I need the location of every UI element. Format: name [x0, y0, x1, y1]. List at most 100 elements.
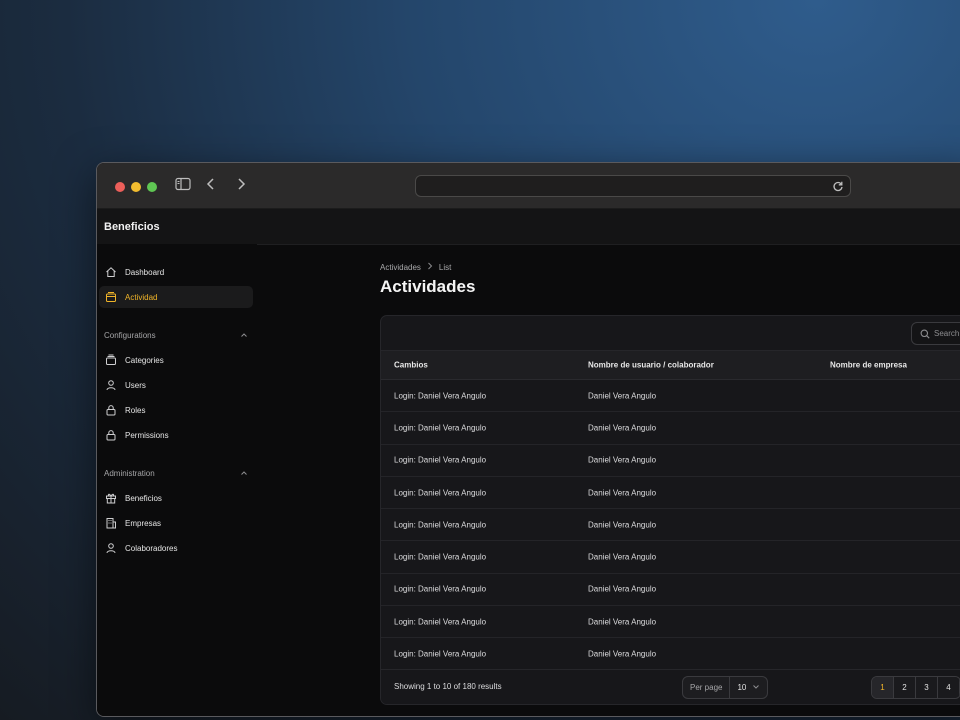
sidebar-item-permissions[interactable]: Permissions	[99, 424, 253, 446]
table-row[interactable]: Login: Daniel Vera Angulo Daniel Vera An…	[381, 477, 960, 510]
sidebar: Dashboard Actividad Configurations Categ…	[97, 244, 257, 716]
back-icon[interactable]	[206, 177, 216, 196]
table-footer: Showing 1 to 10 of 180 results Per page …	[381, 669, 960, 704]
cell-cambios: Login: Daniel Vera Angulo	[394, 423, 487, 433]
address-bar[interactable]	[415, 175, 851, 197]
sidebar-item-label: Permissions	[125, 430, 169, 440]
sidebar-item-label: Colaboradores	[125, 543, 178, 553]
sidebar-item-empresas[interactable]: Empresas	[99, 512, 253, 534]
column-header-empresa[interactable]: Nombre de empresa	[830, 361, 907, 370]
cell-cambios: Login: Daniel Vera Angulo	[394, 649, 487, 659]
column-header-cambios[interactable]: Cambios	[394, 361, 428, 370]
sidebar-item-label: Beneficios	[125, 493, 162, 503]
sidebar-item-label: Roles	[125, 405, 146, 415]
table-row[interactable]: Login: Daniel Vera Angulo Daniel Vera An…	[381, 412, 960, 445]
sidebar-item-label: Dashboard	[125, 267, 165, 277]
table-body: Login: Daniel Vera Angulo Daniel Vera An…	[381, 380, 960, 671]
cell-cambios: Login: Daniel Vera Angulo	[394, 552, 487, 562]
app-brand[interactable]: Beneficios	[104, 221, 160, 233]
results-summary: Showing 1 to 10 of 180 results	[394, 682, 502, 691]
page-button[interactable]: 4	[938, 677, 960, 698]
page-title: Actividades	[380, 277, 476, 296]
sidebar-item-colaboradores[interactable]: Colaboradores	[99, 537, 253, 559]
per-page-value-wrap[interactable]: 10	[730, 683, 767, 692]
chevron-right-icon	[427, 262, 433, 272]
forward-icon[interactable]	[236, 177, 246, 196]
per-page-select[interactable]: Per page 10	[682, 676, 768, 699]
app-topbar: Beneficios	[97, 209, 960, 245]
cell-usuario: Daniel Vera Angulo	[588, 649, 657, 659]
sidebar-item-label: Categories	[125, 355, 164, 365]
chevron-down-icon	[752, 683, 760, 692]
sidebar-item-categories[interactable]: Categories	[99, 349, 253, 371]
table-row[interactable]: Login: Daniel Vera Angulo Daniel Vera An…	[381, 574, 960, 607]
group-configurations[interactable]: Configurations	[104, 331, 248, 340]
per-page-value: 10	[737, 683, 747, 692]
cell-usuario: Daniel Vera Angulo	[588, 520, 657, 530]
cell-usuario: Daniel Vera Angulo	[588, 423, 657, 433]
table-row[interactable]: Login: Daniel Vera Angulo Daniel Vera An…	[381, 638, 960, 671]
table-header: Cambios Nombre de usuario / colaborador …	[381, 351, 960, 380]
cell-usuario: Daniel Vera Angulo	[588, 455, 657, 465]
lock-icon	[105, 404, 117, 416]
cell-cambios: Login: Daniel Vera Angulo	[394, 488, 487, 498]
breadcrumb-parent[interactable]: Actividades	[380, 263, 421, 272]
cell-cambios: Login: Daniel Vera Angulo	[394, 455, 487, 465]
user-icon	[105, 379, 117, 391]
cell-cambios: Login: Daniel Vera Angulo	[394, 391, 487, 401]
sidebar-item-dashboard[interactable]: Dashboard	[99, 261, 253, 283]
close-window-button[interactable]	[115, 182, 125, 192]
gift-icon	[105, 492, 117, 504]
sidebar-item-actividad[interactable]: Actividad	[99, 286, 253, 308]
table-card: Search Cambios Nombre de usuario / colab…	[380, 315, 960, 705]
table-row[interactable]: Login: Daniel Vera Angulo Daniel Vera An…	[381, 509, 960, 542]
cell-cambios: Login: Daniel Vera Angulo	[394, 584, 487, 594]
cell-cambios: Login: Daniel Vera Angulo	[394, 520, 487, 530]
group-label: Configurations	[104, 331, 156, 340]
user-icon	[105, 542, 117, 554]
per-page-label: Per page	[683, 677, 731, 698]
group-administration[interactable]: Administration	[104, 469, 248, 478]
sidebar-item-label: Users	[125, 380, 146, 390]
stack-icon	[105, 354, 117, 366]
sidebar-item-roles[interactable]: Roles	[99, 399, 253, 421]
chevron-up-icon[interactable]	[240, 469, 248, 478]
building-icon	[105, 517, 117, 529]
breadcrumb-current: List	[438, 262, 452, 272]
pagination: 1 2 3 4	[871, 676, 960, 699]
app-body: Dashboard Actividad Configurations Categ…	[97, 244, 960, 716]
sidebar-item-label: Empresas	[125, 518, 162, 528]
cell-usuario: Daniel Vera Angulo	[588, 584, 657, 594]
page-button[interactable]: 2	[894, 677, 916, 698]
table-row[interactable]: Login: Daniel Vera Angulo Daniel Vera An…	[381, 380, 960, 413]
group-label: Administration	[104, 469, 155, 478]
page-button[interactable]: 1	[872, 677, 894, 698]
table-row[interactable]: Login: Daniel Vera Angulo Daniel Vera An…	[381, 445, 960, 477]
maximize-window-button[interactable]	[147, 182, 157, 192]
chevron-up-icon[interactable]	[240, 331, 248, 340]
column-header-usuario[interactable]: Nombre de usuario / colaborador	[588, 361, 714, 370]
sidebar-toggle-icon[interactable]	[175, 177, 191, 196]
table-toolbar: Search	[381, 316, 960, 351]
cell-usuario: Daniel Vera Angulo	[588, 552, 657, 562]
minimize-window-button[interactable]	[131, 182, 141, 192]
table-row[interactable]: Login: Daniel Vera Angulo Daniel Vera An…	[381, 541, 960, 574]
sidebar-item-users[interactable]: Users	[99, 374, 253, 396]
cell-usuario: Daniel Vera Angulo	[588, 617, 657, 627]
sidebar-item-beneficios[interactable]: Beneficios	[99, 487, 253, 509]
lock-icon	[105, 429, 117, 441]
cell-usuario: Daniel Vera Angulo	[588, 391, 657, 401]
search-icon	[920, 329, 930, 339]
main-content: Actividades List Actividades Search Camb…	[257, 244, 960, 716]
sidebar-item-label: Actividad	[125, 292, 158, 302]
table-row[interactable]: Login: Daniel Vera Angulo Daniel Vera An…	[381, 606, 960, 639]
reload-icon[interactable]	[832, 179, 844, 197]
home-icon	[105, 266, 117, 278]
browser-window: Beneficios Dashboard Actividad Configura…	[96, 162, 960, 717]
search-placeholder: Search	[934, 329, 960, 338]
breadcrumb: Actividades List	[380, 262, 451, 272]
archive-icon	[105, 291, 117, 303]
page-button[interactable]: 3	[916, 677, 938, 698]
browser-toolbar	[97, 163, 960, 209]
search-input[interactable]: Search	[911, 322, 960, 345]
